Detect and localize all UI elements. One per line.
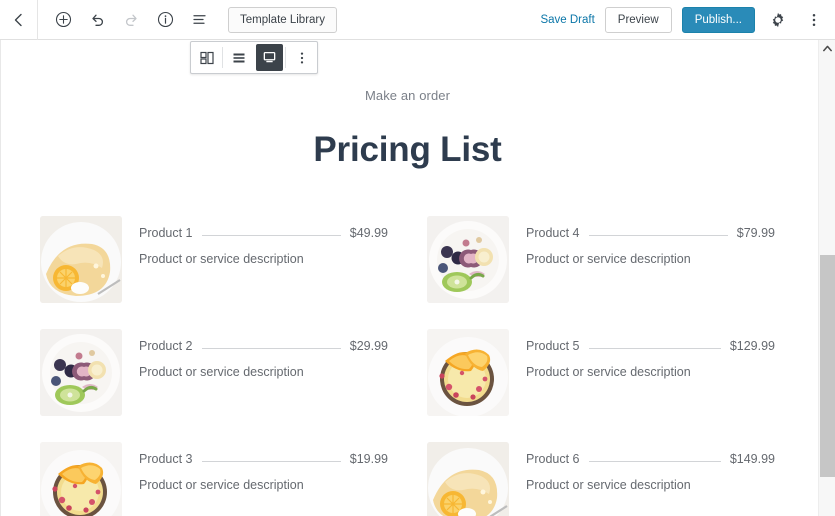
product-price: $149.99 xyxy=(729,452,775,466)
block-toolbar-group-type xyxy=(191,42,222,73)
eyebrow-text: Make an order xyxy=(364,88,451,103)
product-name: Product 5 xyxy=(526,339,580,353)
block-toolbar xyxy=(190,41,318,74)
pricing-grid: Product 1 $49.99 Product or service desc… xyxy=(2,216,813,516)
product-price: $79.99 xyxy=(736,226,775,240)
leader-line xyxy=(588,460,721,462)
product-description: Product or service description xyxy=(139,365,304,379)
template-library-label: Template Library xyxy=(240,13,326,26)
product-price: $29.99 xyxy=(349,339,388,353)
scrollbar-track[interactable] xyxy=(819,57,835,516)
pricing-item[interactable]: Product 2 $29.99 Product or service desc… xyxy=(40,329,388,416)
block-options-icon[interactable] xyxy=(286,42,317,73)
product-body: Product 4 $79.99 Product or service desc… xyxy=(526,216,775,303)
product-price: $129.99 xyxy=(729,339,775,353)
publish-label: Publish... xyxy=(694,13,742,26)
leader-line xyxy=(201,347,341,349)
product-image xyxy=(40,216,122,303)
product-image xyxy=(40,329,122,416)
product-body: Product 3 $19.99 Product or service desc… xyxy=(139,442,388,516)
editor-top-bar: Template Library Save Draft Preview Publ… xyxy=(0,0,835,40)
align-icon[interactable] xyxy=(223,42,254,73)
product-image xyxy=(427,442,509,516)
top-bar-icon-group xyxy=(38,5,214,35)
product-body: Product 6 $149.99 Product or service des… xyxy=(526,442,775,516)
product-image xyxy=(427,216,509,303)
product-price: $49.99 xyxy=(349,226,388,240)
preview-button[interactable]: Preview xyxy=(604,6,672,33)
top-bar-right-group: Save Draft Preview Publish... xyxy=(540,5,835,35)
product-heading-row: Product 5 $129.99 xyxy=(526,339,775,353)
list-view-icon[interactable] xyxy=(184,5,214,35)
product-image xyxy=(40,442,122,516)
product-description: Product or service description xyxy=(526,365,691,379)
product-body: Product 1 $49.99 Product or service desc… xyxy=(139,216,388,303)
product-name: Product 3 xyxy=(139,452,193,466)
page-content: Make an order Pricing List Product 1 $49… xyxy=(2,40,813,516)
pricing-item[interactable]: Product 1 $49.99 Product or service desc… xyxy=(40,216,388,303)
display-desktop-icon[interactable] xyxy=(256,44,283,71)
scroll-up-icon[interactable] xyxy=(819,40,835,57)
leader-line xyxy=(201,234,341,236)
pricing-item[interactable]: Product 6 $149.99 Product or service des… xyxy=(427,442,775,516)
add-block-icon[interactable] xyxy=(48,5,78,35)
product-body: Product 5 $129.99 Product or service des… xyxy=(526,329,775,416)
product-heading-row: Product 6 $149.99 xyxy=(526,452,775,466)
info-icon[interactable] xyxy=(150,5,180,35)
product-heading-row: Product 4 $79.99 xyxy=(526,226,775,240)
page-title: Pricing List xyxy=(313,130,502,169)
pricing-item[interactable]: Product 4 $79.99 Product or service desc… xyxy=(427,216,775,303)
product-body: Product 2 $29.99 Product or service desc… xyxy=(139,329,388,416)
pricing-item[interactable]: Product 3 $19.99 Product or service desc… xyxy=(40,442,388,516)
save-draft-button[interactable]: Save Draft xyxy=(540,14,594,26)
vertical-scrollbar[interactable] xyxy=(818,40,835,516)
product-heading-row: Product 1 $49.99 xyxy=(139,226,388,240)
scrollbar-thumb[interactable] xyxy=(820,255,835,477)
product-description: Product or service description xyxy=(526,252,691,266)
undo-icon[interactable] xyxy=(82,5,112,35)
template-library-button[interactable]: Template Library xyxy=(228,6,338,33)
product-name: Product 4 xyxy=(526,226,580,240)
product-name: Product 6 xyxy=(526,452,580,466)
block-toolbar-group-options xyxy=(286,42,317,73)
back-button[interactable] xyxy=(0,0,38,40)
block-toolbar-group-layout xyxy=(223,42,285,73)
gear-icon[interactable] xyxy=(765,5,791,35)
product-heading-row: Product 3 $19.99 xyxy=(139,452,388,466)
editor-canvas: Make an order Pricing List Product 1 $49… xyxy=(0,40,835,516)
product-name: Product 1 xyxy=(139,226,193,240)
product-description: Product or service description xyxy=(139,478,304,492)
product-price: $19.99 xyxy=(349,452,388,466)
more-options-icon[interactable] xyxy=(801,5,827,35)
product-description: Product or service description xyxy=(139,252,304,266)
top-bar-left-group: Template Library xyxy=(0,0,338,40)
publish-button[interactable]: Publish... xyxy=(681,6,755,33)
redo-icon[interactable] xyxy=(116,5,146,35)
change-block-type-icon[interactable] xyxy=(191,42,222,73)
pricing-item[interactable]: Product 5 $129.99 Product or service des… xyxy=(427,329,775,416)
leader-line xyxy=(201,460,341,462)
leader-line xyxy=(588,347,721,349)
leader-line xyxy=(588,234,728,236)
product-image xyxy=(427,329,509,416)
preview-label: Preview xyxy=(617,13,659,26)
product-name: Product 2 xyxy=(139,339,193,353)
product-heading-row: Product 2 $29.99 xyxy=(139,339,388,353)
product-description: Product or service description xyxy=(526,478,691,492)
